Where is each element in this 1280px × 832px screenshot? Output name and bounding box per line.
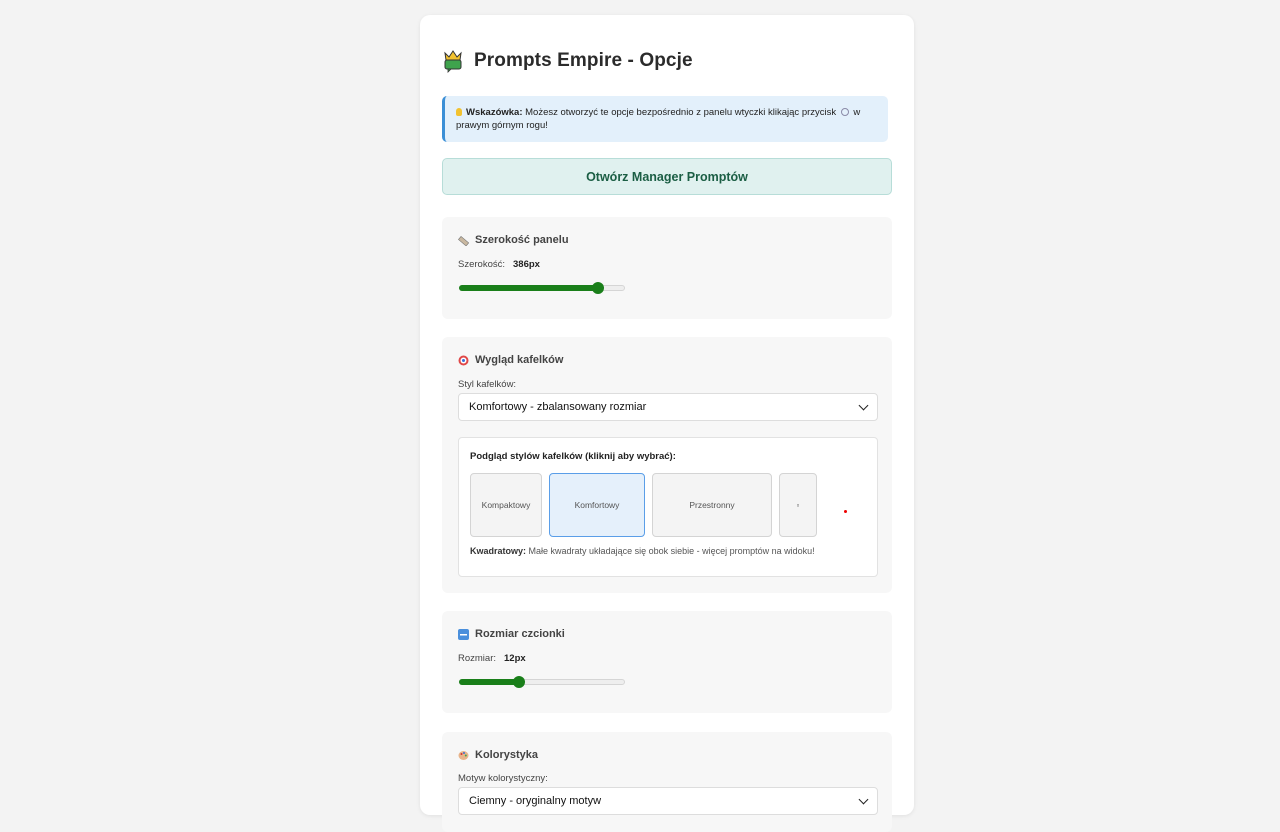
slider-thumb[interactable] bbox=[592, 282, 605, 294]
tiles-section: Wygląd kafelków Styl kafelków: Komfortow… bbox=[442, 337, 892, 593]
page-title: Prompts Empire - Opcje bbox=[474, 50, 693, 71]
font-size-slider[interactable] bbox=[459, 676, 625, 688]
font-size-section: Rozmiar czcionki Rozmiar: 12px bbox=[442, 611, 892, 713]
font-size-label: Rozmiar: 12px bbox=[458, 653, 526, 664]
red-dot bbox=[844, 510, 847, 513]
tile-square[interactable]: ▫ bbox=[779, 473, 817, 537]
colors-title: Kolorystyka bbox=[458, 749, 538, 761]
theme-label: Motyw kolorystyczny: bbox=[458, 773, 548, 784]
colors-section: Kolorystyka Motyw kolorystyczny: Ciemny … bbox=[442, 732, 892, 832]
tile-preview-box: Podgląd stylów kafelków (kliknij aby wyb… bbox=[458, 437, 878, 577]
tip-box: Wskazówka: Możesz otworzyć te opcje bezp… bbox=[442, 96, 888, 142]
font-size-value: 12px bbox=[504, 653, 526, 664]
header: Prompts Empire - Opcje bbox=[442, 49, 693, 73]
crown-icon bbox=[442, 49, 464, 73]
panel-width-value: 386px bbox=[513, 259, 540, 270]
font-size-title: Rozmiar czcionki bbox=[458, 628, 565, 640]
ruler-icon bbox=[458, 235, 470, 246]
tile-spacious[interactable]: Przestronny bbox=[652, 473, 772, 537]
abc-icon bbox=[458, 628, 469, 640]
panel-width-label: Szerokość: 386px bbox=[458, 259, 540, 270]
tile-style-label: Styl kafelków: bbox=[458, 379, 517, 390]
chevron-down-icon bbox=[858, 400, 869, 411]
gear-icon bbox=[840, 108, 849, 116]
slider-thumb[interactable] bbox=[512, 676, 525, 688]
tip-label: Wskazówka: bbox=[466, 107, 523, 118]
panel-width-slider[interactable] bbox=[459, 282, 625, 294]
open-manager-button[interactable]: Otwórz Manager Promptów bbox=[442, 158, 892, 195]
tip-text-before: Możesz otworzyć te opcje bezpośrednio z … bbox=[525, 107, 837, 118]
palette-icon bbox=[458, 750, 469, 761]
tile-style-select[interactable]: Komfortowy - zbalansowany rozmiar bbox=[458, 393, 878, 421]
panel-width-section: Szerokość panelu Szerokość: 386px bbox=[442, 217, 892, 319]
options-card: Prompts Empire - Opcje Wskazówka: Możesz… bbox=[420, 15, 914, 832]
preview-title: Podgląd stylów kafelków (kliknij aby wyb… bbox=[470, 451, 676, 462]
tile-compact[interactable]: Kompaktowy bbox=[470, 473, 542, 537]
tile-comfortable[interactable]: Komfortowy bbox=[549, 473, 645, 537]
theme-select[interactable]: Ciemny - oryginalny motyw bbox=[458, 787, 878, 815]
target-icon bbox=[458, 355, 469, 366]
bulb-icon bbox=[456, 108, 462, 116]
preview-description: Kwadratowy: Małe kwadraty układające się… bbox=[470, 546, 815, 556]
panel-width-title: Szerokość panelu bbox=[458, 234, 569, 246]
tiles-title: Wygląd kafelków bbox=[458, 354, 563, 366]
